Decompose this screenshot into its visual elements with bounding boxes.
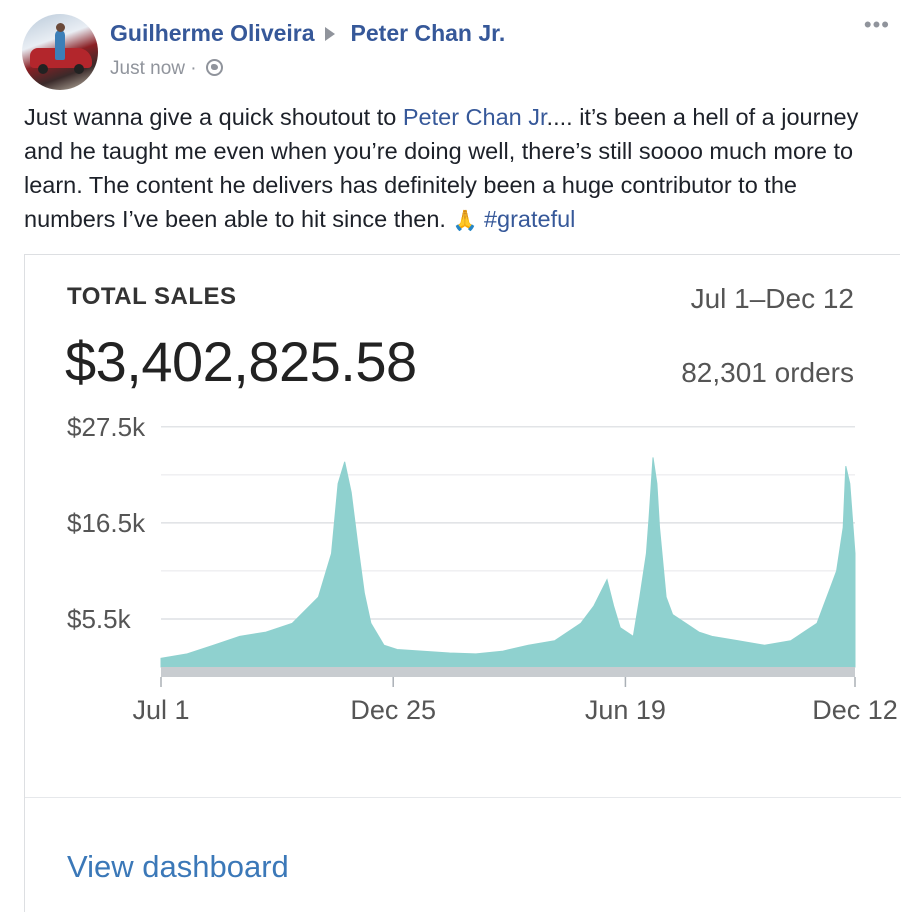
y-tick-label: $27.5k <box>67 412 146 442</box>
recipient-name-link[interactable]: Peter Chan Jr. <box>351 20 506 46</box>
y-tick-label: $16.5k <box>67 508 146 538</box>
post-meta: Just now · <box>110 58 223 80</box>
sales-chart: $27.5k $16.5k $5.5k Jul 1 Dec 25 Jun 19 Dec 12 <box>67 412 898 725</box>
chart-baseline <box>161 667 855 677</box>
x-tick-label: Dec 12 <box>812 695 898 725</box>
more-options-icon[interactable]: ••• <box>864 12 890 38</box>
view-dashboard-link[interactable]: View dashboard <box>67 849 289 885</box>
card-divider <box>25 797 901 798</box>
x-tick-label: Jul 1 <box>132 695 189 725</box>
x-tick-label: Jun 19 <box>585 695 666 725</box>
post-names: Guilherme Oliveira Peter Chan Jr. <box>110 20 505 47</box>
post-text-intro: Just wanna give a quick shoutout to <box>24 104 403 130</box>
author-name-link[interactable]: Guilherme Oliveira <box>110 20 315 46</box>
arrow-right-icon <box>324 26 335 41</box>
hashtag-link[interactable]: #grateful <box>484 206 575 232</box>
meta-separator: · <box>190 58 197 79</box>
sales-card[interactable]: TOTAL SALES $3,402,825.58 Jul 1–Dec 12 8… <box>24 254 901 912</box>
timestamp-link[interactable]: Just now <box>110 58 185 79</box>
post-text: Just wanna give a quick shoutout to Pete… <box>24 100 894 238</box>
sales-area-series <box>160 457 856 668</box>
post-header: Guilherme Oliveira Peter Chan Jr. Just no… <box>22 12 892 90</box>
grid-layer <box>161 426 855 620</box>
globe-icon[interactable] <box>205 59 223 76</box>
mention-link[interactable]: Peter Chan Jr <box>403 104 547 130</box>
y-tick-label: $5.5k <box>67 604 132 634</box>
avatar[interactable] <box>22 14 98 90</box>
ticks-layer: $27.5k $16.5k $5.5k Jul 1 Dec 25 Jun 19 Dec 12 <box>67 412 898 725</box>
praying-hands-emoji: 🙏 <box>452 210 478 232</box>
x-tick-label: Dec 25 <box>350 695 436 725</box>
